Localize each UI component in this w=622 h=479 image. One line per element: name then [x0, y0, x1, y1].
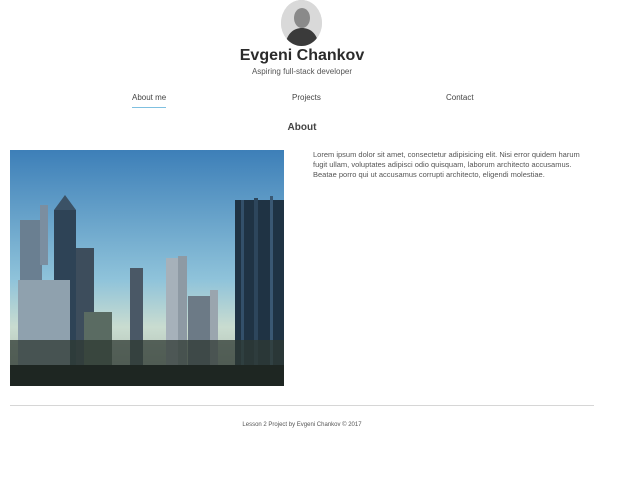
footer-text: Lesson 2 Project by Evgeni Chankov © 201… [242, 422, 362, 428]
nav-contact[interactable]: Contact [446, 93, 474, 102]
city-skyline-image [10, 150, 284, 386]
nav-projects[interactable]: Projects [292, 93, 321, 102]
footer-divider [10, 405, 594, 406]
profile-tagline: Aspiring full-stack developer [251, 67, 353, 76]
nav-about-me[interactable]: About me [132, 93, 166, 108]
about-paragraph: Lorem ipsum dolor sit amet, consectetur … [313, 150, 580, 179]
section-title-about: About [287, 122, 317, 133]
avatar [281, 0, 322, 46]
profile-name: Evgeni Chankov [239, 47, 365, 64]
profile-photo [281, 0, 322, 46]
